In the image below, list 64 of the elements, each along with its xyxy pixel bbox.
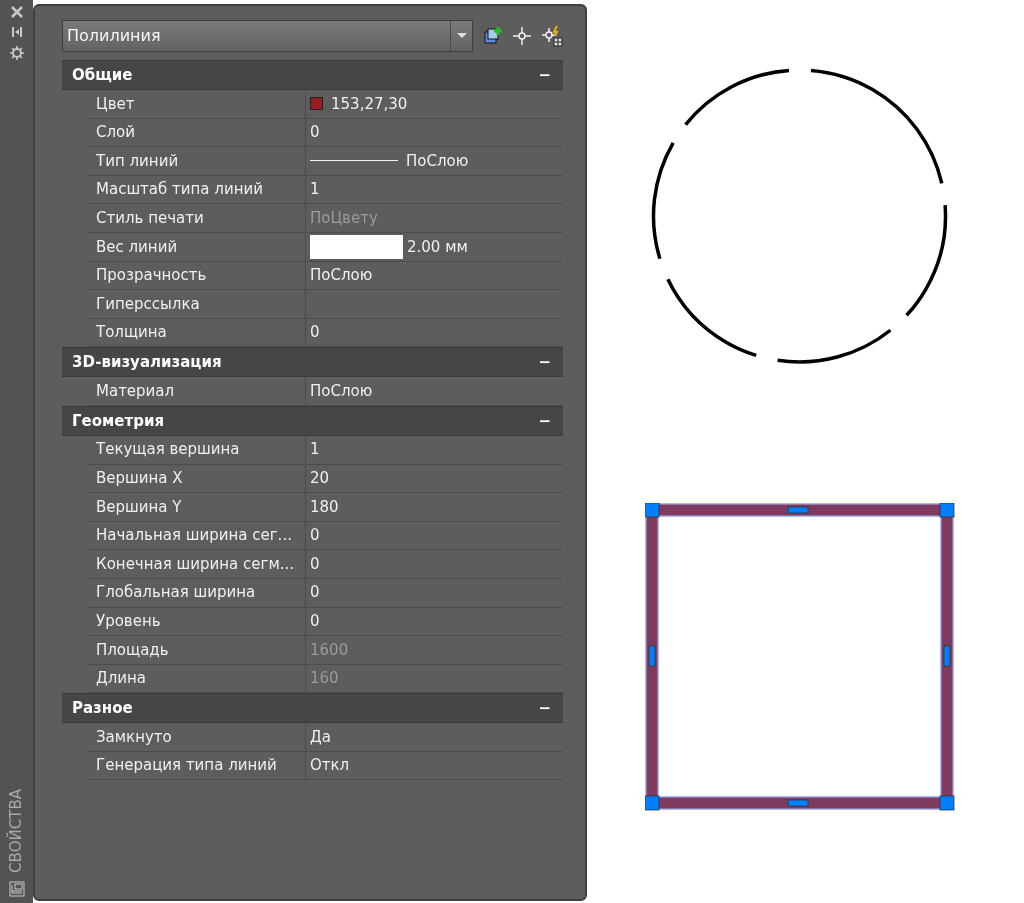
property-value: 0	[310, 525, 320, 547]
property-value: 160	[310, 668, 339, 690]
section-header[interactable]: Общие −	[62, 60, 563, 90]
crosshair-grid-icon[interactable]	[541, 25, 563, 47]
caret-icon	[456, 33, 467, 39]
property-label: Тип линий	[96, 150, 179, 172]
property-label: Площадь	[96, 639, 169, 661]
collapse-toggle[interactable]: −	[538, 351, 551, 374]
crosshair-icon[interactable]	[513, 27, 532, 45]
section-header[interactable]: 3D-визуализация −	[62, 347, 563, 378]
collapse-toggle[interactable]: −	[538, 697, 551, 720]
property-value: 1	[310, 179, 320, 201]
property-value: Да	[310, 726, 331, 748]
selected-polyline[interactable]	[645, 503, 957, 811]
collapse-toggle[interactable]: −	[538, 409, 551, 433]
property-label: Вершина Y	[96, 496, 182, 518]
auto-hide-icon[interactable]	[10, 26, 23, 38]
property-label: Гиперссылка	[96, 293, 200, 315]
property-value: 153,27,30	[331, 93, 408, 115]
property-label: Глобальная ширина	[96, 582, 256, 604]
section-title: 3D-визуализация	[72, 352, 222, 374]
property-value: ПоСлою	[406, 150, 469, 172]
property-label: Слой	[96, 122, 135, 144]
property-value: 2.00 мм	[407, 236, 468, 258]
property-label: Стиль печати	[96, 207, 204, 229]
section-header[interactable]: Разное −	[62, 693, 563, 724]
property-value: Откл	[310, 755, 350, 777]
property-label: Начальная ширина сег...	[96, 525, 292, 547]
property-label: Генерация типа линий	[96, 755, 277, 777]
property-value: 1600	[310, 639, 349, 661]
property-value: ПоЦвету	[310, 207, 378, 229]
quick-select-icon[interactable]	[483, 26, 504, 46]
property-value: 0	[310, 122, 320, 144]
property-value: 0	[310, 582, 320, 604]
property-value: 1	[310, 439, 320, 461]
property-value: 180	[310, 496, 339, 518]
property-label: Прозрачность	[96, 265, 207, 287]
section-title: Геометрия	[72, 410, 165, 432]
property-label: Масштаб типа линий	[96, 179, 263, 201]
section-title: Разное	[72, 698, 133, 720]
object-type-dropdown[interactable]: Полилиния	[62, 20, 474, 52]
property-value: 0	[310, 553, 320, 575]
property-label: Уровень	[96, 611, 161, 633]
section-title: Общие	[72, 64, 133, 86]
property-label: Цвет	[96, 93, 135, 115]
property-label: Длина	[96, 668, 147, 690]
close-icon[interactable]	[10, 6, 23, 18]
gear-icon[interactable]	[9, 46, 24, 60]
property-label: Конечная ширина сегм...	[96, 553, 294, 575]
property-label: Вес линий	[96, 236, 178, 258]
property-value: 0	[310, 611, 320, 633]
property-value: 0	[310, 322, 320, 344]
property-label: Вершина X	[96, 468, 183, 490]
property-value: ПоСлою	[310, 380, 373, 402]
property-value: 20	[310, 468, 330, 490]
property-label: Материал	[96, 380, 175, 402]
properties-icon[interactable]	[8, 881, 25, 897]
property-value: ПоСлою	[310, 265, 373, 287]
property-label: Замкнуто	[96, 726, 172, 748]
property-label: Толщина	[96, 322, 167, 344]
palette-title: СВОЙСТВА	[5, 789, 27, 873]
collapse-toggle[interactable]: −	[538, 63, 551, 87]
section-header[interactable]: Геометрия −	[62, 405, 563, 436]
property-label: Текущая вершина	[96, 439, 240, 461]
